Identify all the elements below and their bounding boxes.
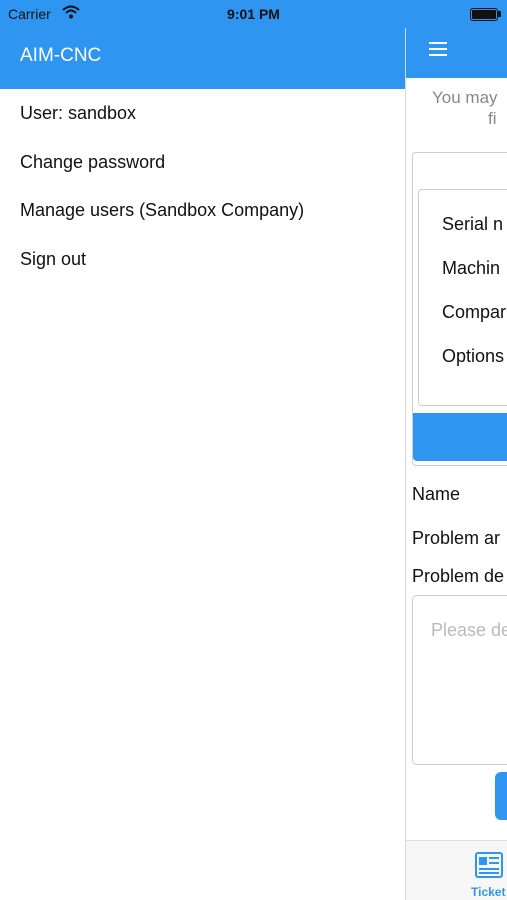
- drawer-item-user[interactable]: User: sandbox: [20, 103, 136, 124]
- tab-ticket-label[interactable]: Ticket: [471, 885, 505, 899]
- battery-cap: [498, 11, 501, 17]
- drawer-item-manage-users[interactable]: Manage users (Sandbox Company): [20, 200, 304, 221]
- info-note-line1: You may: [432, 88, 498, 107]
- side-drawer: AIM-CNC User: sandbox Change password Ma…: [0, 0, 406, 900]
- status-bar: Carrier 9:01 PM: [0, 0, 507, 28]
- drawer-item-change-password[interactable]: Change password: [20, 152, 165, 173]
- serial-number-label: Serial n: [442, 214, 504, 234]
- battery-icon: [470, 8, 498, 21]
- main-page: You may fi Serial n Machin Compar Option…: [405, 0, 507, 900]
- ticket-icon[interactable]: [474, 851, 504, 879]
- menu-icon[interactable]: [429, 42, 447, 56]
- name-label: Name: [412, 484, 461, 504]
- clock: 9:01 PM: [227, 6, 280, 22]
- tab-bar: Ticket: [405, 840, 507, 900]
- options-label: Options: [442, 346, 505, 366]
- problem-area-label: Problem ar: [412, 528, 501, 548]
- submit-button[interactable]: [495, 772, 507, 820]
- problem-description-input[interactable]: Please de: [412, 595, 507, 765]
- info-note-line2: fi: [488, 109, 497, 128]
- problem-description-label: Problem de: [412, 566, 505, 586]
- card-action-button[interactable]: [413, 413, 507, 461]
- app-title: AIM-CNC: [20, 45, 102, 66]
- drawer-item-sign-out[interactable]: Sign out: [20, 249, 86, 270]
- machine-label: Machin: [442, 258, 501, 278]
- problem-description-placeholder: Please de: [431, 620, 507, 640]
- company-label: Compar: [442, 302, 507, 322]
